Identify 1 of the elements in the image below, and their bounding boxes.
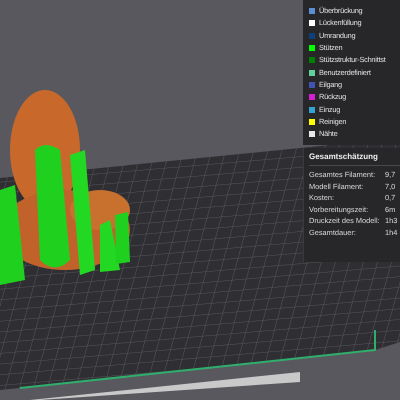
estimate-title: Gesamtschätzung xyxy=(309,150,400,166)
